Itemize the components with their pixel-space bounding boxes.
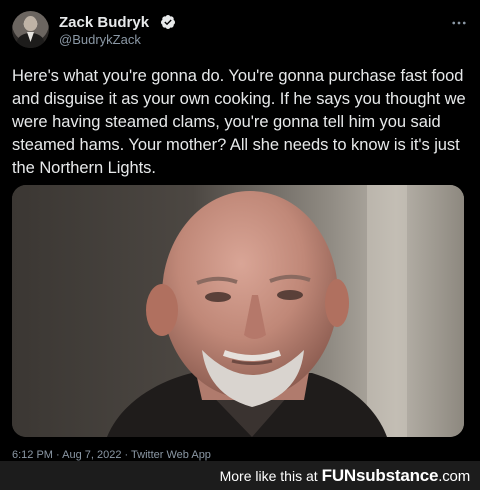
funsubstance-logo[interactable]: FUNsubstance.com <box>321 465 471 486</box>
author-handle[interactable]: @BudrykZack <box>59 32 141 47</box>
tweet-text: Here's what you're gonna do. You're gonn… <box>12 67 466 177</box>
footer-label: More like this at <box>219 467 318 484</box>
funsubstance-footer[interactable]: More like this at FUNsubstance.com <box>0 461 480 490</box>
brand-fun: FUN <box>321 465 357 485</box>
author-display-name[interactable]: Zack Budryk <box>59 14 149 31</box>
verified-badge-icon <box>160 15 175 29</box>
more-options-icon[interactable] <box>448 12 470 34</box>
tweet-photo[interactable] <box>12 185 464 437</box>
photo-illustration <box>12 185 464 437</box>
brand-suffix: .com <box>438 467 470 485</box>
tweet-meta: 6:12 PM · Aug 7, 2022 · Twitter Web App <box>12 449 211 461</box>
more-dots-icon <box>452 21 466 25</box>
avatar-head-shape <box>24 16 37 31</box>
brand-substance: substance <box>355 465 439 485</box>
avatar[interactable] <box>12 11 49 48</box>
